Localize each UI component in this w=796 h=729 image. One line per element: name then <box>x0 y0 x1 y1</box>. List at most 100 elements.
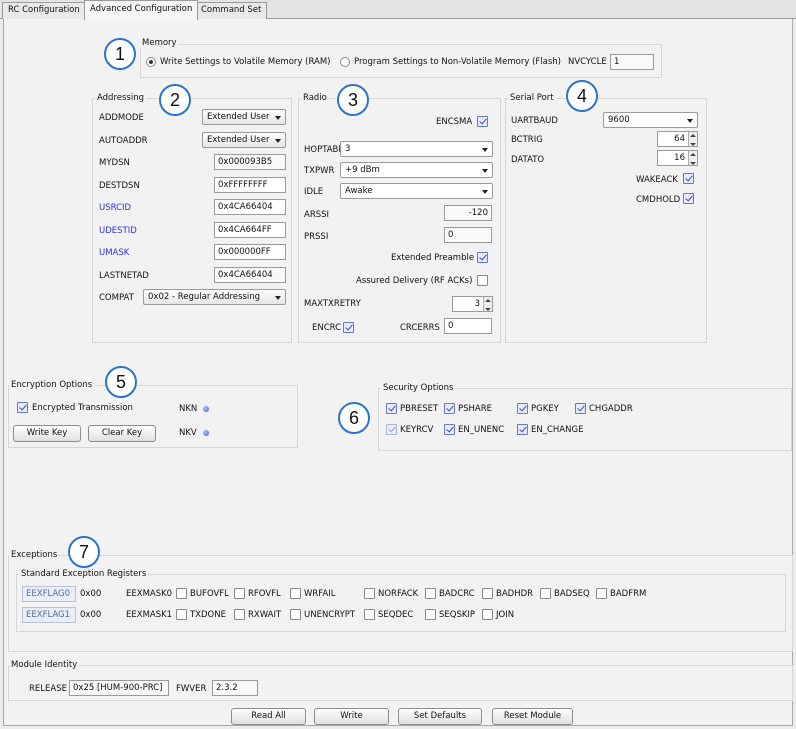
autoaddr-value: Extended User <box>207 135 270 145</box>
rfovfl-checkbox[interactable] <box>234 588 245 599</box>
encrc-checkbox[interactable] <box>343 322 354 333</box>
badseq-checkbox[interactable] <box>540 588 551 599</box>
badhdr-checkbox[interactable] <box>482 588 493 599</box>
badseq-label: BADSEQ <box>554 589 590 599</box>
spinner-arrows-icon[interactable] <box>688 132 697 146</box>
chevron-down-icon <box>482 169 488 173</box>
en-change-label: EN_CHANGE <box>531 425 584 435</box>
norfack-checkbox[interactable] <box>364 588 375 599</box>
pbreset-label: PBRESET <box>400 404 439 414</box>
idle-select[interactable]: Awake <box>340 183 493 199</box>
bctrig-value: 64 <box>674 134 685 144</box>
seqskip-checkbox[interactable] <box>425 609 436 620</box>
chevron-down-icon <box>275 116 281 120</box>
pshare-label: PSHARE <box>458 404 493 414</box>
rxwait-checkbox[interactable] <box>234 609 245 620</box>
nvcycle-label: NVCYCLE <box>568 57 607 67</box>
usrcid-field[interactable]: 0x4CA66404 <box>214 199 286 215</box>
spinner-arrows-icon[interactable] <box>688 151 697 165</box>
compat-select[interactable]: 0x02 - Regular Addressing <box>143 289 286 305</box>
bufovfl-label: BUFOVFL <box>190 589 229 599</box>
module-identity-title: Module Identity <box>9 660 80 670</box>
clear-key-button[interactable]: Clear Key <box>88 425 156 442</box>
addmode-select[interactable]: Extended User <box>202 109 286 125</box>
umask-field[interactable]: 0x000000FF <box>214 244 286 260</box>
write-button[interactable]: Write <box>314 708 389 725</box>
maxtxretry-label: MAXTXRETRY <box>304 299 361 309</box>
encsma-label: ENCSMA <box>436 117 473 127</box>
standard-exception-registers-group <box>16 574 786 632</box>
rfovfl-label: RFOVFL <box>248 589 281 599</box>
assured-delivery-checkbox[interactable] <box>477 275 488 286</box>
nkv-indicator-icon <box>203 430 209 436</box>
txdone-checkbox[interactable] <box>176 609 187 620</box>
wakeack-label: WAKEACK <box>636 175 678 185</box>
datato-label: DATATO <box>511 155 545 165</box>
tab-advanced-configuration[interactable]: Advanced Configuration <box>84 0 199 20</box>
spinner-arrows-icon[interactable] <box>483 297 492 311</box>
uartbaud-select[interactable]: 9600 <box>603 112 698 128</box>
write-key-button[interactable]: Write Key <box>13 425 81 442</box>
tab-rc-configuration[interactable]: RC Configuration <box>2 2 86 19</box>
encrypted-transmission-checkbox[interactable] <box>17 402 28 413</box>
ram-radio[interactable] <box>146 57 156 67</box>
eexmask1-label: EEXMASK1 <box>126 610 173 620</box>
idle-label: IDLE <box>304 187 324 197</box>
join-label: JOIN <box>496 610 515 620</box>
bctrig-stepper[interactable]: 64 <box>657 131 698 147</box>
prssi-field: 0 <box>444 227 492 243</box>
wakeack-checkbox[interactable] <box>683 173 694 184</box>
crcerrs-field[interactable]: 0 <box>444 318 492 334</box>
tab-command-set[interactable]: Command Set <box>195 2 268 19</box>
encryption-options-title: Encryption Options <box>9 380 95 390</box>
cmdhold-checkbox[interactable] <box>683 193 694 204</box>
hoptable-select[interactable]: 3 <box>340 141 493 157</box>
maxtxretry-stepper[interactable]: 3 <box>452 296 493 312</box>
pshare-checkbox[interactable] <box>444 403 455 414</box>
standard-exception-registers-title: Standard Exception Registers <box>19 569 149 579</box>
chgaddr-checkbox[interactable] <box>575 403 586 414</box>
wrfail-checkbox[interactable] <box>290 588 301 599</box>
maxtxretry-value: 3 <box>474 299 480 309</box>
addmode-label: ADDMODE <box>99 113 144 123</box>
datato-value: 16 <box>674 153 685 163</box>
tab-bar: RC Configuration Advanced Configuration … <box>0 0 796 20</box>
crcerrs-label: CRCERRS <box>400 323 440 333</box>
autoaddr-select[interactable]: Extended User <box>202 132 286 148</box>
chgaddr-label: CHGADDR <box>589 404 633 414</box>
flash-radio[interactable] <box>340 57 350 67</box>
mydsn-label: MYDSN <box>99 158 130 168</box>
compat-value: 0x02 - Regular Addressing <box>148 292 261 302</box>
unencrypt-checkbox[interactable] <box>290 609 301 620</box>
seqdec-checkbox[interactable] <box>364 609 375 620</box>
extended-preamble-label: Extended Preamble <box>391 253 475 263</box>
badcrc-checkbox[interactable] <box>425 588 436 599</box>
en-unenc-label: EN_UNENC <box>458 425 505 435</box>
udestid-field[interactable]: 0x4CA664FF <box>214 222 286 238</box>
encsma-checkbox[interactable] <box>477 116 488 127</box>
pbreset-checkbox[interactable] <box>386 403 397 414</box>
extended-preamble-checkbox[interactable] <box>477 252 488 263</box>
destdsn-field[interactable]: 0xFFFFFFFF <box>214 177 286 193</box>
en-unenc-checkbox[interactable] <box>444 424 455 435</box>
callout-2: 2 <box>159 84 191 116</box>
join-checkbox[interactable] <box>482 609 493 620</box>
txpwr-value: +9 dBm <box>345 165 380 175</box>
badfrm-checkbox[interactable] <box>596 588 607 599</box>
reset-module-button[interactable]: Reset Module <box>492 708 573 725</box>
datato-stepper[interactable]: 16 <box>657 150 698 166</box>
pgkey-checkbox[interactable] <box>517 403 528 414</box>
txpwr-select[interactable]: +9 dBm <box>340 162 493 178</box>
callout-3: 3 <box>337 84 369 116</box>
set-defaults-button[interactable]: Set Defaults <box>398 708 482 725</box>
addmode-value: Extended User <box>207 112 270 122</box>
memory-title: Memory <box>140 38 179 48</box>
release-field: 0x25 [HUM-900-PRC] <box>69 680 169 696</box>
chevron-down-icon <box>275 296 281 300</box>
bufovfl-checkbox[interactable] <box>176 588 187 599</box>
en-change-checkbox[interactable] <box>517 424 528 435</box>
keyrcv-checkbox[interactable] <box>386 424 397 435</box>
eexflag0-label: EEXFLAG0 <box>22 586 76 602</box>
compat-label: COMPAT <box>99 293 134 303</box>
read-all-button[interactable]: Read All <box>231 708 306 725</box>
